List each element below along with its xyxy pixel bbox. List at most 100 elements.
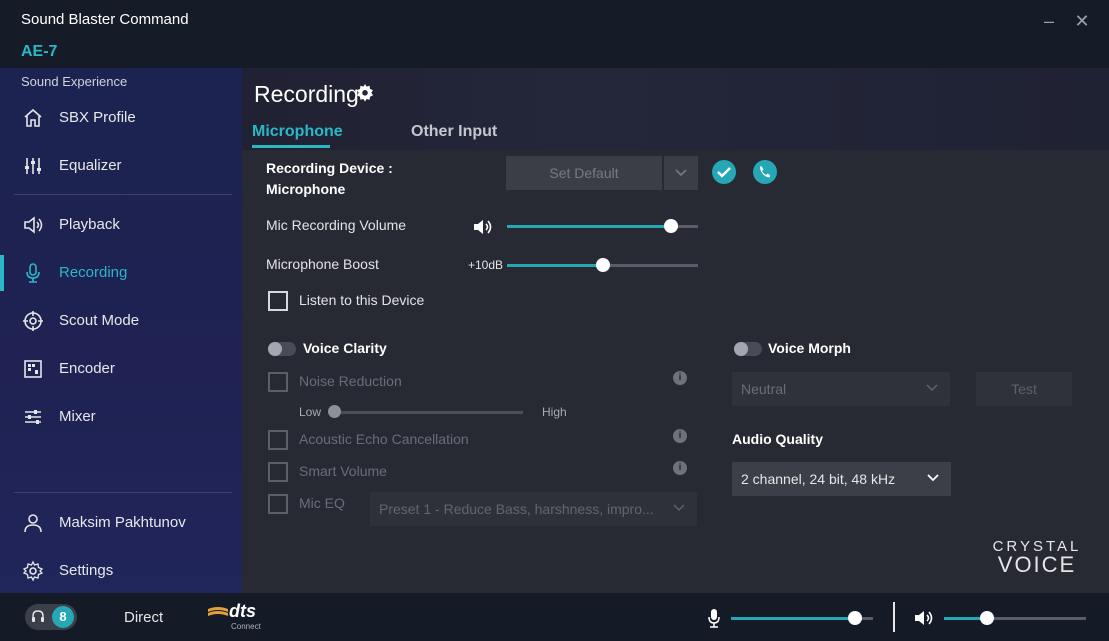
echo-cancellation-checkbox[interactable] bbox=[268, 430, 288, 450]
smart-volume-label: Smart Volume bbox=[299, 463, 387, 479]
close-button[interactable]: ✕ bbox=[1070, 10, 1094, 32]
direct-mode-label[interactable]: Direct bbox=[124, 609, 163, 626]
voice-morph-toggle[interactable] bbox=[734, 342, 762, 356]
voice-clarity-toggle[interactable] bbox=[268, 342, 296, 356]
set-default-button[interactable]: Set Default bbox=[506, 156, 662, 190]
sidebar-item-encoder[interactable]: Encoder bbox=[0, 351, 242, 387]
mic-volume-slider[interactable] bbox=[507, 219, 698, 233]
slider-thumb[interactable] bbox=[327, 405, 341, 418]
microphone-settings: Recording Device : Microphone Set Defaul… bbox=[242, 150, 1109, 593]
toggle-knob bbox=[268, 342, 282, 356]
mic-eq-checkbox[interactable] bbox=[268, 494, 288, 514]
sidebar-item-sbx-profile[interactable]: SBX Profile bbox=[0, 100, 242, 136]
audio-quality-select[interactable]: 2 channel, 24 bit, 48 kHz bbox=[732, 462, 951, 496]
microphone-icon bbox=[26, 263, 40, 283]
audio-quality-label: Audio Quality bbox=[732, 431, 823, 447]
gear-icon[interactable] bbox=[355, 83, 375, 103]
equalizer-icon bbox=[25, 158, 41, 174]
noise-high-label: High bbox=[542, 405, 567, 419]
sidebar-item-label: Maksim Pakhtunov bbox=[59, 514, 186, 531]
echo-cancellation-label: Acoustic Echo Cancellation bbox=[299, 431, 469, 447]
sidebar-divider bbox=[14, 194, 232, 195]
default-communication-button[interactable] bbox=[753, 160, 777, 184]
voice-morph-value: Neutral bbox=[741, 381, 787, 397]
mic-eq-label: Mic EQ bbox=[299, 495, 345, 511]
sidebar-item-label: Settings bbox=[59, 562, 114, 579]
noise-low-label: Low bbox=[299, 405, 322, 419]
noise-reduction-checkbox[interactable] bbox=[268, 372, 288, 392]
voice-clarity-label: Voice Clarity bbox=[303, 340, 387, 356]
smart-volume-checkbox[interactable] bbox=[268, 462, 288, 482]
chevron-down-icon bbox=[675, 169, 687, 177]
sidebar-item-user[interactable]: Maksim Pakhtunov bbox=[0, 505, 242, 541]
sidebar-item-equalizer[interactable]: Equalizer bbox=[0, 148, 242, 184]
mixer-icon bbox=[25, 410, 41, 424]
dts-connect-logo: dts Connect bbox=[207, 601, 269, 633]
voice-morph-test-button[interactable]: Test bbox=[976, 372, 1072, 406]
page-title: Recording bbox=[254, 81, 359, 107]
slider-thumb[interactable] bbox=[980, 611, 994, 625]
main-panel: Recording Microphone Other Input Recordi… bbox=[242, 68, 1109, 593]
bottom-speaker-level-slider[interactable] bbox=[944, 611, 1086, 625]
minimize-button[interactable]: – bbox=[1037, 10, 1061, 32]
sidebar-item-label: Recording bbox=[59, 264, 128, 281]
listen-checkbox[interactable] bbox=[268, 291, 288, 311]
sidebar-item-label: Playback bbox=[59, 216, 120, 233]
tab-other-input[interactable]: Other Input bbox=[411, 123, 497, 141]
sidebar-item-recording[interactable]: Recording bbox=[0, 255, 242, 291]
sidebar-divider bbox=[14, 492, 232, 493]
sidebar: Sound Experience SBX Profile Equalizer P… bbox=[0, 68, 242, 593]
active-tab-underline bbox=[252, 145, 330, 148]
mic-boost-slider[interactable] bbox=[507, 258, 698, 272]
chevron-down-icon bbox=[926, 384, 938, 392]
sidebar-item-label: Scout Mode bbox=[59, 312, 140, 329]
chevron-down-icon bbox=[673, 504, 685, 512]
phone-icon bbox=[760, 166, 770, 178]
dts-logo-text: dts bbox=[229, 601, 256, 621]
app-window: Sound Blaster Command AE-7 – ✕ Sound Exp… bbox=[0, 0, 1109, 641]
slider-thumb[interactable] bbox=[848, 611, 862, 625]
default-device-check-button[interactable] bbox=[712, 160, 736, 184]
info-icon[interactable]: i bbox=[673, 371, 687, 385]
slider-thumb[interactable] bbox=[596, 258, 610, 272]
sidebar-item-scout-mode[interactable]: Scout Mode bbox=[0, 303, 242, 339]
speaker-icon[interactable] bbox=[473, 219, 495, 235]
brand-line-2: VOICE bbox=[997, 552, 1077, 577]
bottom-bar-divider bbox=[893, 602, 895, 632]
headphone-toggle[interactable]: 8 bbox=[25, 604, 77, 630]
recording-device-name: Microphone bbox=[266, 181, 346, 197]
mic-eq-preset-select[interactable]: Preset 1 - Reduce Bass, harshness, impro… bbox=[370, 492, 697, 526]
bottom-mic-level-slider[interactable] bbox=[731, 611, 873, 625]
voice-morph-select[interactable]: Neutral bbox=[732, 372, 950, 406]
sidebar-item-label: Equalizer bbox=[59, 157, 122, 174]
dts-wave-icon bbox=[208, 607, 228, 616]
mic-volume-label: Mic Recording Volume bbox=[266, 217, 407, 233]
mic-boost-label: Microphone Boost bbox=[266, 256, 379, 272]
info-icon[interactable]: i bbox=[673, 429, 687, 443]
audio-quality-value: 2 channel, 24 bit, 48 kHz bbox=[741, 471, 896, 487]
sidebar-item-settings[interactable]: Settings bbox=[0, 553, 242, 589]
info-icon[interactable]: i bbox=[673, 461, 687, 475]
bottom-bar: 8 Direct dts Connect bbox=[0, 593, 1109, 641]
sidebar-item-playback[interactable]: Playback bbox=[0, 207, 242, 243]
sidebar-item-label: Encoder bbox=[59, 360, 115, 377]
slider-fill bbox=[731, 617, 855, 620]
noise-reduction-slider[interactable] bbox=[327, 405, 523, 418]
crystal-voice-logo: CRYSTAL VOICE bbox=[983, 538, 1091, 578]
noise-reduction-label: Noise Reduction bbox=[299, 373, 402, 389]
app-title: Sound Blaster Command bbox=[21, 11, 189, 28]
listen-label: Listen to this Device bbox=[299, 292, 425, 308]
toggle-knob bbox=[734, 342, 748, 356]
speaker-icon[interactable] bbox=[914, 610, 936, 626]
user-icon bbox=[24, 514, 42, 533]
sidebar-item-label: Mixer bbox=[59, 408, 96, 425]
set-default-dropdown[interactable] bbox=[664, 156, 698, 190]
microphone-icon[interactable] bbox=[707, 608, 721, 628]
sidebar-item-mixer[interactable]: Mixer bbox=[0, 399, 242, 435]
tab-microphone[interactable]: Microphone bbox=[252, 123, 343, 141]
recording-device-label: Recording Device : bbox=[266, 160, 393, 176]
slider-thumb[interactable] bbox=[664, 219, 678, 233]
sidebar-section-label: Sound Experience bbox=[21, 74, 128, 89]
device-name: AE-7 bbox=[21, 43, 58, 60]
dts-logo-subtext: Connect bbox=[231, 622, 261, 631]
